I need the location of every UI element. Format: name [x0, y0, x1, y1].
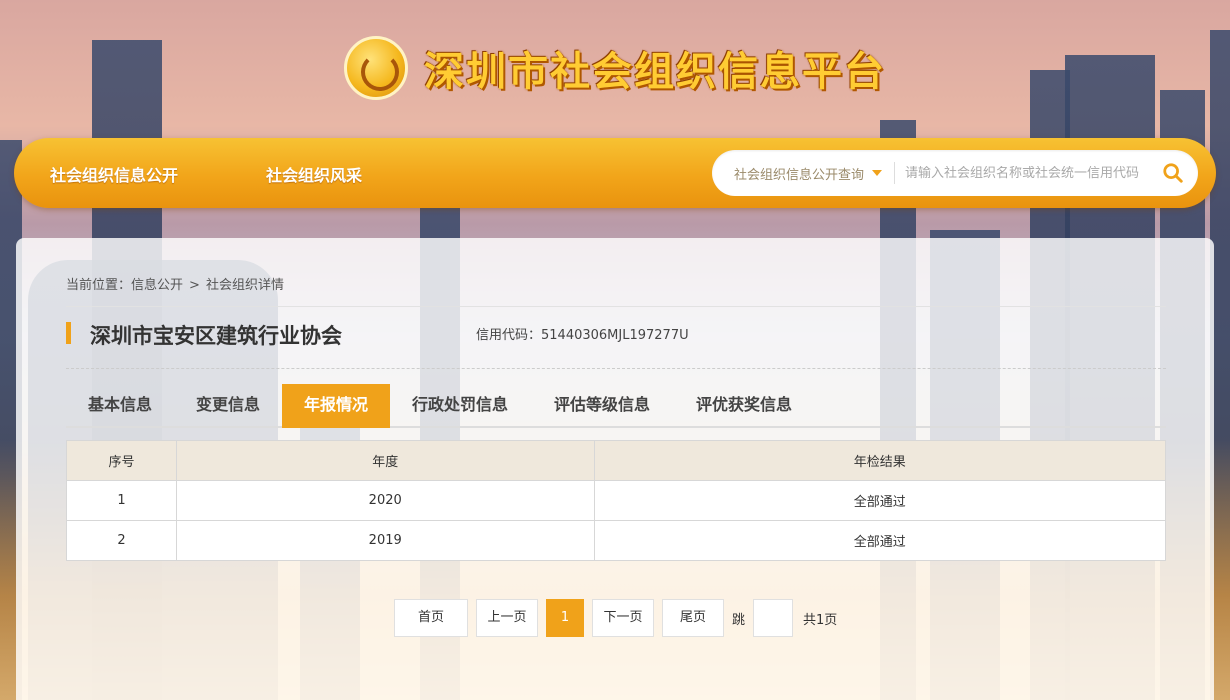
content-panel: 当前位置：信息公开 > 社会组织详情 深圳市宝安区建筑行业协会 信用代码：51440… — [16, 238, 1214, 700]
cell-index: 2 — [66, 520, 177, 561]
tab-basic-info[interactable]: 基本信息 — [66, 384, 174, 428]
next-page-button[interactable]: 下一页 — [592, 599, 654, 637]
first-page-button[interactable]: 首页 — [394, 599, 468, 637]
main-navbar: 社会组织信息公开 社会组织风采 社会组织信息公开查询 — [14, 138, 1216, 208]
cell-result: 全部通过 — [593, 520, 1167, 561]
tab-evaluation-grade[interactable]: 评估等级信息 — [530, 384, 674, 428]
search-category-label: 社会组织信息公开查询 — [734, 167, 865, 183]
org-header: 深圳市宝安区建筑行业协会 信用代码：51440306MJL197277U — [66, 322, 1166, 352]
last-page-button[interactable]: 尾页 — [662, 599, 724, 637]
table-row: 1 2020 全部通过 — [66, 480, 1167, 521]
table-row: 2 2019 全部通过 — [66, 520, 1167, 561]
column-header-year: 年度 — [175, 440, 595, 481]
tab-admin-penalty[interactable]: 行政处罚信息 — [390, 384, 530, 428]
search-icon[interactable] — [1162, 162, 1184, 184]
annual-report-table: 序号 年度 年检结果 1 2020 全部通过 2 2019 全部通过 — [66, 440, 1167, 561]
jump-page-input[interactable] — [753, 599, 794, 637]
org-emblem-icon — [344, 36, 408, 100]
detail-tabs: 基本信息 变更信息 年报情况 行政处罚信息 评估等级信息 评优获奖信息 — [66, 384, 1166, 428]
nav-item-info-disclosure[interactable]: 社会组织信息公开 — [50, 162, 178, 186]
prev-page-button[interactable]: 上一页 — [476, 599, 538, 637]
search-divider — [894, 162, 896, 184]
search-input[interactable] — [905, 165, 1162, 181]
breadcrumb: 当前位置：信息公开 > 社会组织详情 — [66, 274, 284, 293]
column-header-index: 序号 — [66, 440, 177, 481]
site-title: 深圳市社会组织信息平台 — [424, 49, 886, 95]
credit-code: 信用代码：51440306MJL197277U — [476, 328, 689, 343]
tab-change-info[interactable]: 变更信息 — [174, 384, 282, 428]
tab-awards[interactable]: 评优获奖信息 — [674, 384, 814, 428]
search-category-select[interactable]: 社会组织信息公开查询 — [712, 164, 883, 183]
table-header-row: 序号 年度 年检结果 — [66, 440, 1167, 481]
breadcrumb-prefix: 当前位置： — [66, 278, 132, 293]
title-accent-bar — [66, 322, 71, 344]
breadcrumb-item-org-detail: 社会组织详情 — [205, 278, 284, 293]
cell-result: 全部通过 — [593, 480, 1167, 521]
dashed-divider — [66, 368, 1166, 369]
nav-item-org-showcase[interactable]: 社会组织风采 — [266, 162, 362, 186]
cell-index: 1 — [66, 480, 177, 521]
breadcrumb-item-info-disclosure[interactable]: 信息公开 — [131, 278, 183, 293]
caret-down-icon — [872, 170, 883, 176]
column-header-result: 年检结果 — [593, 440, 1167, 481]
cell-year: 2020 — [175, 480, 595, 521]
pagination: 首页 上一页 1 下一页 尾页 跳 共1页 — [394, 598, 837, 638]
site-header: 深圳市社会组织信息平台 — [344, 36, 886, 100]
tab-annual-report[interactable]: 年报情况 — [282, 384, 390, 428]
total-pages: 共1页 — [803, 612, 838, 628]
page-number-button[interactable]: 1 — [546, 599, 584, 637]
org-name: 深圳市宝安区建筑行业协会 — [90, 324, 342, 348]
cell-year: 2019 — [175, 520, 595, 561]
jump-label: 跳 — [732, 612, 746, 628]
breadcrumb-separator: > — [189, 278, 200, 293]
search-box: 社会组织信息公开查询 — [712, 150, 1198, 196]
divider — [66, 306, 1166, 307]
